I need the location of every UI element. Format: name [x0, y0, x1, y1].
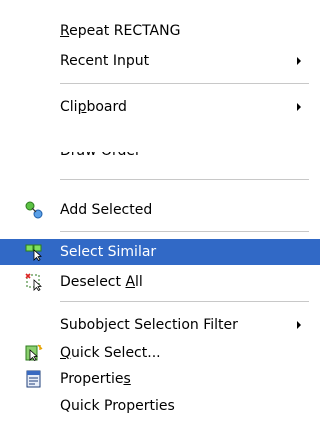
submenu-arrow-icon: [297, 57, 301, 65]
submenu-arrow-icon: [297, 321, 301, 329]
menu-item-quick-properties[interactable]: Quick Properties: [0, 393, 320, 419]
menu-item-clipboard-clip: Clipboard: [0, 94, 320, 121]
menu-separator: [60, 301, 309, 302]
menu-item-label: Select Similar: [60, 244, 157, 260]
menu-item-subobject-selection-filter[interactable]: Subobject Selection Filter: [0, 312, 320, 338]
menu-item-label: Quick Properties: [60, 398, 175, 414]
menu-item-label: Draw Order: [60, 152, 141, 164]
menu-item-quick-select[interactable]: Quick Select...: [0, 340, 320, 366]
menu-item-label: Recent Input: [60, 53, 150, 69]
menu-item-draw-order-clip: Draw Order: [0, 152, 320, 164]
quick-select-icon: [25, 344, 43, 362]
select-similar-icon: [25, 244, 42, 261]
menu-item-label: Properties: [60, 371, 131, 387]
menu-item-label: Add Selected: [60, 202, 153, 218]
submenu-arrow-icon: [297, 103, 301, 111]
menu-separator: [60, 231, 309, 232]
menu-item-label: Clipboard: [60, 99, 127, 115]
menu-item-clipboard[interactable]: Clipboard: [0, 94, 320, 120]
menu-separator: [60, 179, 309, 180]
menu-item-draw-order[interactable]: Draw Order: [0, 152, 320, 164]
properties-icon: [26, 370, 41, 388]
menu-item-properties[interactable]: Properties: [0, 366, 320, 392]
screenshot-gap: [0, 121, 320, 133]
menu-item-label: Repeat RECTANG: [60, 23, 181, 39]
add-selected-icon: [25, 201, 43, 219]
menu-item-label: Quick Select...: [60, 345, 161, 361]
menu-item-label: Subobject Selection Filter: [60, 317, 238, 333]
menu-item-add-selected[interactable]: Add Selected: [0, 197, 320, 223]
menu-item-deselect-all[interactable]: Deselect All: [0, 269, 320, 295]
menu-separator: [60, 83, 309, 84]
menu-item-repeat-rectang[interactable]: Repeat RECTANG: [0, 18, 320, 44]
menu-item-label: Deselect All: [60, 274, 143, 290]
deselect-all-icon: [25, 273, 42, 291]
menu-item-recent-input[interactable]: Recent Input: [0, 48, 320, 74]
menu-item-select-similar[interactable]: Select Similar: [0, 239, 320, 265]
